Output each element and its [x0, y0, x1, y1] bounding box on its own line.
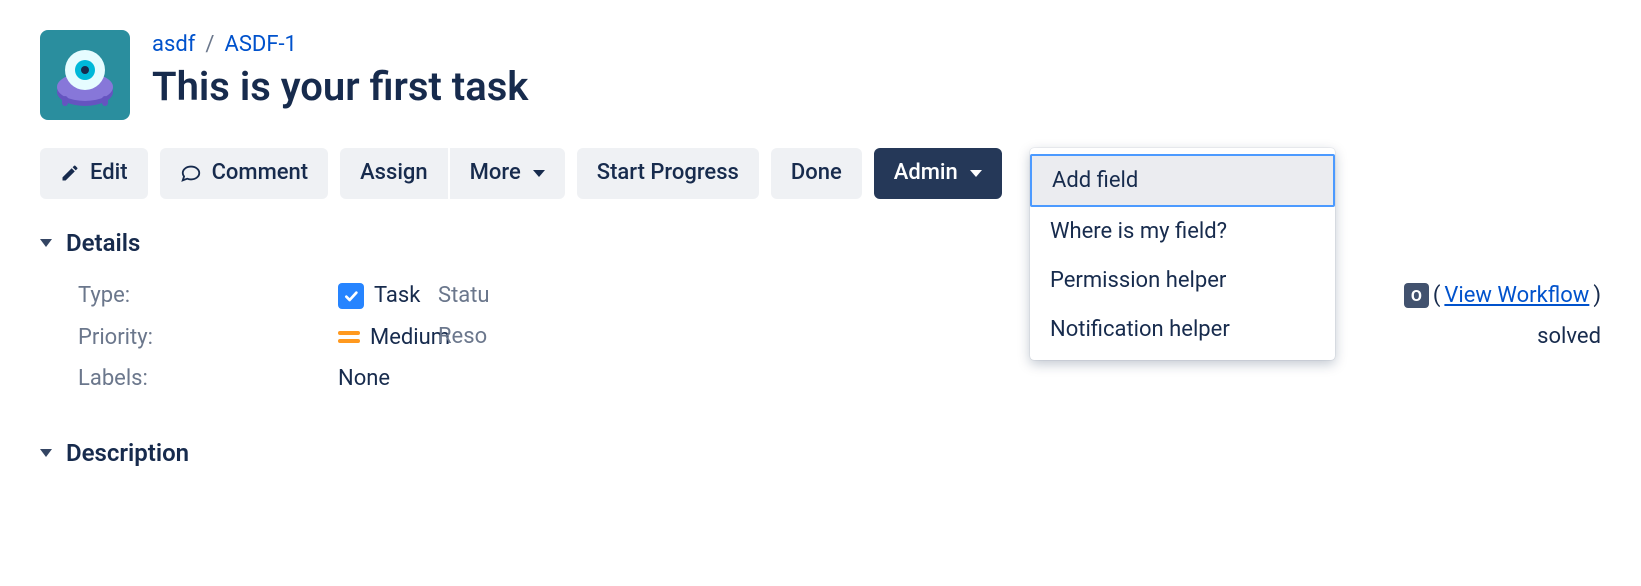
priority-label: Priority: [78, 325, 338, 350]
admin-menu-permission-helper[interactable]: Permission helper [1030, 256, 1335, 305]
project-avatar-icon [50, 40, 120, 110]
labels-label: Labels: [78, 366, 338, 391]
more-button-label: More [470, 158, 521, 189]
done-button[interactable]: Done [771, 148, 862, 199]
breadcrumb: asdf / ASDF-1 [152, 32, 528, 57]
resolution-value: solved [1537, 324, 1601, 349]
type-value[interactable]: Task [338, 283, 420, 309]
project-avatar[interactable] [40, 30, 130, 120]
comment-button-label: Comment [212, 158, 309, 189]
resolution-value-text: solved [1537, 324, 1601, 349]
breadcrumb-issue-link[interactable]: ASDF-1 [224, 32, 296, 57]
more-button[interactable]: More [450, 148, 565, 199]
status-value: O (View Workflow) [1404, 283, 1601, 308]
done-button-label: Done [791, 158, 842, 189]
edit-button-label: Edit [90, 158, 128, 189]
paren-close: ) [1593, 283, 1601, 308]
details-section-header[interactable]: Details [40, 229, 1601, 257]
chevron-down-icon [533, 170, 545, 177]
details-section-label: Details [66, 229, 140, 257]
description-section-header[interactable]: Description [40, 439, 1601, 467]
edit-button[interactable]: Edit [40, 148, 148, 199]
resolution-label: Reso [438, 324, 558, 349]
type-label: Type: [78, 283, 338, 308]
status-badge: O [1404, 283, 1429, 308]
admin-menu-notification-helper[interactable]: Notification helper [1030, 305, 1335, 354]
paren-open: ( [1433, 283, 1441, 308]
view-workflow-link[interactable]: View Workflow [1444, 283, 1589, 308]
breadcrumb-separator: / [205, 32, 214, 57]
description-section-label: Description [66, 439, 189, 467]
comment-icon [180, 162, 202, 184]
pencil-icon [60, 163, 80, 183]
priority-value[interactable]: Medium [338, 325, 450, 350]
labels-value[interactable]: None [338, 366, 390, 391]
labels-value-text: None [338, 366, 390, 391]
assign-button-label: Assign [360, 158, 428, 189]
collapse-icon [40, 239, 52, 247]
admin-dropdown: Add field Where is my field? Permission … [1030, 148, 1335, 360]
admin-button[interactable]: Admin [874, 148, 1002, 199]
priority-medium-icon [338, 331, 360, 343]
admin-button-label: Admin [894, 158, 958, 189]
task-type-icon [338, 283, 364, 309]
issue-title: This is your first task [152, 63, 528, 111]
breadcrumb-project-link[interactable]: asdf [152, 32, 195, 57]
toolbar: Edit Comment Assign More Start Progress … [40, 148, 1601, 199]
start-progress-label: Start Progress [597, 158, 739, 189]
chevron-down-icon [970, 170, 982, 177]
status-label: Statu [438, 283, 558, 308]
comment-button[interactable]: Comment [160, 148, 329, 199]
start-progress-button[interactable]: Start Progress [577, 148, 759, 199]
collapse-icon [40, 449, 52, 457]
admin-menu-where-is-my-field[interactable]: Where is my field? [1030, 207, 1335, 256]
type-value-text: Task [374, 283, 420, 308]
admin-menu-add-field[interactable]: Add field [1030, 154, 1335, 207]
assign-button[interactable]: Assign [340, 148, 448, 199]
